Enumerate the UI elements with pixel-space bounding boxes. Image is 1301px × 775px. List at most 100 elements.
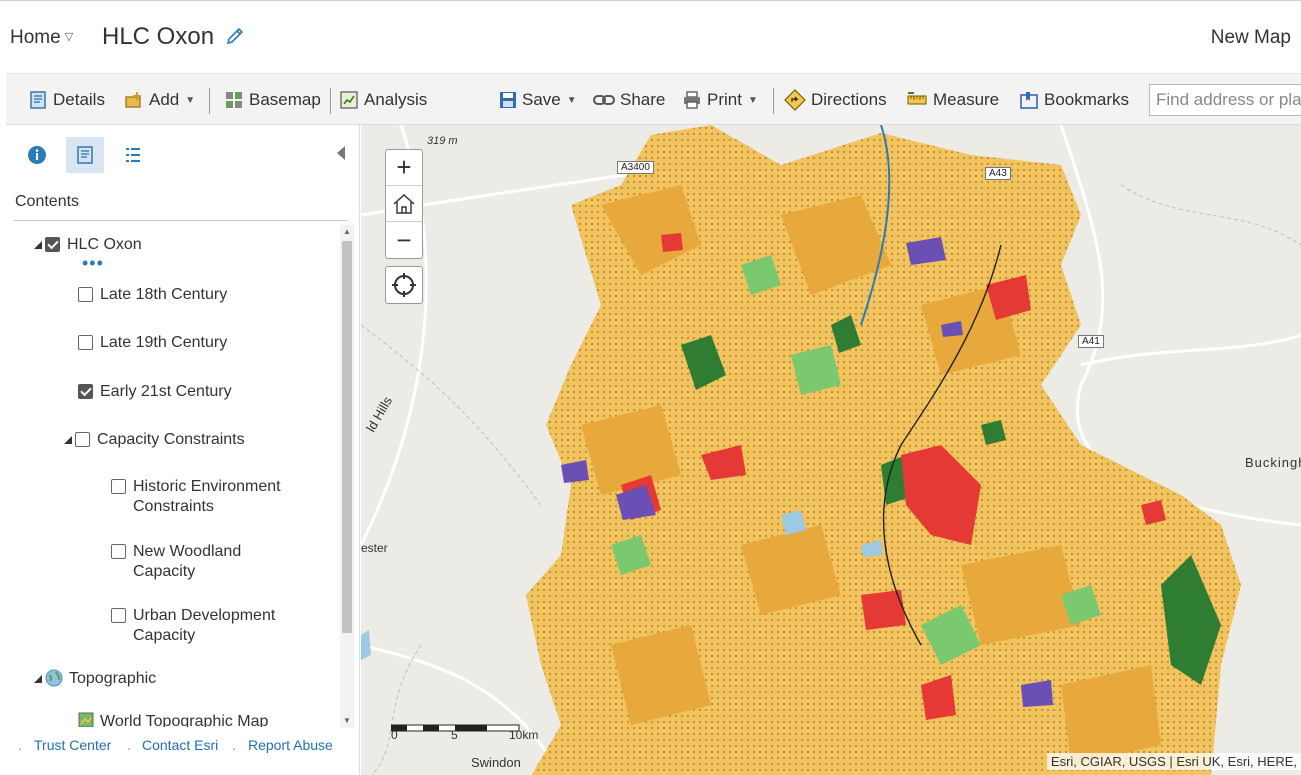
layer-label: Late 19th Century <box>100 334 228 351</box>
toolbar-divider <box>773 88 774 114</box>
layer-item-hlc-oxon[interactable]: HLC Oxon <box>34 235 142 255</box>
layer-item-new-woodland[interactable]: New Woodland Capacity <box>111 542 263 582</box>
pencil-icon[interactable] <box>224 25 246 47</box>
tab-content[interactable] <box>66 137 104 173</box>
layer-label: Historic Environment Constraints <box>133 478 281 515</box>
directions-button[interactable]: Directions <box>784 86 887 114</box>
layer-checkbox[interactable] <box>78 287 93 302</box>
map-title: HLC Oxon <box>102 23 215 50</box>
map-layer-icon <box>78 712 94 727</box>
add-layer-icon <box>125 92 141 108</box>
add-button[interactable]: Add ▼ <box>124 86 195 114</box>
layer-checkbox[interactable] <box>78 384 93 399</box>
basemap-icon <box>226 92 242 108</box>
toolbar: Details Add ▼ Basemap Analysis Save ▼ Shar… <box>6 73 1301 125</box>
layer-label: Topographic <box>69 670 157 687</box>
contents-panel: Contents HLC Oxon ••• Late 18th Century … <box>6 125 360 775</box>
analysis-icon <box>340 91 358 109</box>
layer-label: Early 21st Century <box>100 383 232 400</box>
home-extent-button[interactable] <box>386 186 422 222</box>
layer-checkbox[interactable] <box>111 544 126 559</box>
search-input[interactable] <box>1149 84 1301 116</box>
measure-label: Measure <box>933 90 1000 109</box>
contact-esri-link[interactable]: Contact Esri <box>142 737 218 753</box>
details-icon <box>30 91 46 109</box>
layer-checkbox[interactable] <box>111 608 126 623</box>
info-icon <box>28 146 46 164</box>
more-options-icon[interactable]: ••• <box>82 254 104 272</box>
home-icon <box>393 193 415 214</box>
layer-checkbox[interactable] <box>111 479 126 494</box>
road-label-a41: A41 <box>1078 335 1104 348</box>
divider <box>14 220 348 221</box>
legend-icon <box>126 148 140 162</box>
directions-label: Directions <box>811 90 887 109</box>
printer-icon <box>684 91 700 109</box>
trust-center-link[interactable]: Trust Center <box>34 737 111 753</box>
scroll-up-icon[interactable]: ▲ <box>340 225 354 239</box>
chevron-down-icon: ▼ <box>747 94 758 106</box>
save-label: Save <box>522 90 561 109</box>
zoom-controls: + − <box>385 149 423 259</box>
tab-legend[interactable] <box>114 137 152 173</box>
layer-item-historic-environment[interactable]: Historic Environment Constraints <box>111 477 303 517</box>
layer-label: World Topographic Map <box>100 713 269 727</box>
expand-triangle-icon[interactable] <box>64 436 72 444</box>
layer-item-urban-development[interactable]: Urban Development Capacity <box>111 606 303 646</box>
save-button[interactable]: Save ▼ <box>499 86 577 114</box>
share-button[interactable]: Share <box>593 86 665 114</box>
add-label: Add <box>149 90 180 109</box>
scroll-down-icon[interactable]: ▼ <box>340 714 354 728</box>
expand-triangle-icon[interactable] <box>34 675 42 683</box>
analysis-label: Analysis <box>364 90 428 109</box>
zoom-out-button[interactable]: − <box>386 222 422 258</box>
panel-tabs <box>6 125 360 189</box>
place-label-buckingham: Buckingh <box>1245 455 1301 470</box>
map-view[interactable]: + − 319 m A3400 A43 A41 ld Hills ester B… <box>361 125 1301 775</box>
layer-label: Urban Development Capacity <box>133 607 276 644</box>
map-attribution: Esri, CGIAR, USGS | Esri UK, Esri, HERE, <box>1046 753 1301 770</box>
layer-item-late-18th[interactable]: Late 18th Century <box>78 285 227 305</box>
collapse-left-icon[interactable] <box>336 145 346 161</box>
print-button[interactable]: Print ▼ <box>682 86 758 114</box>
chevron-down-icon: ▼ <box>185 94 196 106</box>
scroll-thumb[interactable] <box>342 241 352 633</box>
tab-about[interactable] <box>18 137 56 173</box>
analysis-button[interactable]: Analysis <box>339 86 427 114</box>
layer-label: HLC Oxon <box>67 236 142 253</box>
expand-triangle-icon[interactable] <box>34 241 42 249</box>
layer-item-late-19th[interactable]: Late 19th Century <box>78 333 227 353</box>
contents-heading: Contents <box>15 193 80 210</box>
new-map-button[interactable]: New Map <box>1211 27 1291 49</box>
app-window: Home ▽ HLC Oxon New Map Details Add ▼ Base… <box>0 0 1301 775</box>
zoom-in-button[interactable]: + <box>386 150 422 186</box>
layer-item-early-21st[interactable]: Early 21st Century <box>78 382 232 402</box>
share-label: Share <box>620 90 666 109</box>
layer-label: Capacity Constraints <box>97 431 245 448</box>
layer-checkbox[interactable] <box>75 432 90 447</box>
report-abuse-link[interactable]: Report Abuse <box>248 737 333 753</box>
road-label-a3400: A3400 <box>617 161 654 174</box>
scale-tick-5: 5 <box>451 728 458 742</box>
chevron-down-icon: ▼ <box>566 94 577 106</box>
home-menu[interactable]: Home ▽ <box>10 27 73 49</box>
toolbar-divider <box>330 88 331 114</box>
details-button[interactable]: Details <box>28 86 105 114</box>
map-canvas[interactable] <box>361 125 1301 775</box>
basemap-button[interactable]: Basemap <box>224 86 321 114</box>
layer-item-capacity-constraints[interactable]: Capacity Constraints <box>64 430 245 450</box>
locate-button[interactable] <box>385 266 423 304</box>
content-icon <box>77 146 93 164</box>
measure-button[interactable]: Measure <box>906 86 999 114</box>
panel-scrollbar[interactable]: ▲ ▼ <box>340 225 354 728</box>
layer-checkbox[interactable] <box>45 237 60 252</box>
scale-tick-0: 0 <box>391 728 398 742</box>
layer-checkbox[interactable] <box>78 335 93 350</box>
scale-bar: 0 5 10km <box>390 719 538 742</box>
layer-label: Late 18th Century <box>100 286 228 303</box>
scale-tick-10: 10km <box>509 728 539 742</box>
bookmarks-button[interactable]: Bookmarks <box>1019 86 1129 114</box>
elevation-label: 319 m <box>427 135 458 147</box>
layer-item-world-topographic[interactable]: World Topographic Map <box>78 712 268 727</box>
layer-item-topographic[interactable]: Topographic <box>34 669 156 689</box>
